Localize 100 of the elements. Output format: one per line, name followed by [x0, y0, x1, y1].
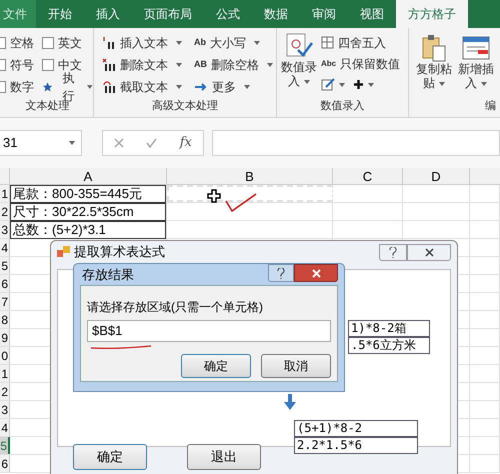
group-label: 数值录入	[320, 98, 366, 114]
table-cell: 尺寸：30*22.5*35cm	[10, 203, 166, 221]
table-cell: .5*6立方米	[348, 337, 430, 354]
app-icon	[57, 246, 70, 258]
row-header[interactable]: 5	[0, 257, 10, 274]
text-case-icon: Ab	[194, 36, 206, 50]
column-header[interactable]: D	[403, 168, 470, 184]
add-menu-button[interactable]	[353, 79, 374, 90]
ribbon-large-button[interactable]: 复制粘贴	[415, 34, 453, 98]
ribbon-menu-button[interactable]: 插入文本	[102, 32, 182, 54]
ribbon-menu-button[interactable]: 截取文本	[102, 76, 182, 98]
column-header[interactable]: C	[333, 168, 403, 184]
row-header[interactable]: 6	[0, 455, 10, 472]
checkbox[interactable]	[42, 37, 54, 49]
caret-icon	[481, 82, 487, 86]
group-label: 高级文本处理	[151, 98, 219, 114]
help-icon	[277, 268, 285, 278]
checkbox-label: 英文	[58, 35, 82, 52]
table-cell: (5+1)*8-2	[294, 420, 418, 437]
ribbon-menu-button[interactable]: Ab 大小写	[194, 32, 273, 54]
row-header[interactable]: 8	[0, 311, 10, 328]
group-label: 文本处理	[24, 100, 70, 114]
checkbox-label: 中文	[58, 57, 82, 72]
text-case-icon: Abc	[321, 58, 336, 70]
ribbon-tab[interactable]: 审阅	[300, 0, 348, 28]
caret-icon	[254, 41, 260, 45]
window-title: 存放结果	[82, 266, 134, 284]
dialog-button[interactable]: 取消	[261, 354, 331, 378]
close-icon	[424, 248, 434, 256]
ribbon-tab[interactable]: 公式	[204, 0, 252, 28]
checkmark-drawing	[225, 193, 257, 213]
caret-icon	[176, 85, 182, 89]
row-header[interactable]: 4	[0, 239, 10, 256]
ribbon-large-button[interactable]: 新增插入	[457, 34, 495, 98]
dialog-button[interactable]: 退出	[187, 444, 261, 470]
caret-icon	[176, 41, 182, 45]
table-cell: 2.2*1.5*6	[294, 437, 418, 454]
cursor-icon	[207, 189, 221, 203]
insert-function-button[interactable]: fx	[180, 133, 192, 153]
row-header[interactable]: 7	[0, 293, 10, 310]
close-button[interactable]	[407, 244, 451, 260]
ribbon-menu-button[interactable]: 删除文本	[102, 54, 182, 76]
name-box[interactable]: 31	[0, 130, 82, 156]
close-icon	[312, 268, 320, 278]
table-cell: 总数：(5+2)*3.1	[10, 221, 166, 239]
ribbon-menu-button[interactable]: Abc 只保留数值	[321, 53, 400, 74]
row-header[interactable]: 1	[0, 365, 10, 382]
caret-icon	[439, 82, 445, 86]
row-header[interactable]: 9	[0, 329, 10, 346]
checkbox-label: 空格	[10, 35, 34, 52]
table-cell: 尾款：800-355=445元	[10, 185, 166, 203]
column-header[interactable]: B	[167, 168, 333, 184]
row-header[interactable]: 5	[0, 437, 10, 454]
checkbox-label: 符号	[10, 57, 34, 74]
pen-icon	[321, 78, 335, 91]
formula-field[interactable]	[212, 130, 500, 156]
underline-mark	[90, 345, 152, 350]
help-button[interactable]	[379, 244, 407, 260]
caret-icon	[244, 85, 250, 89]
caret-icon	[304, 80, 310, 84]
ribbon-menu-button[interactable]: 四舍五入	[321, 32, 400, 53]
number-entry-button[interactable]: 数值录入	[281, 32, 317, 98]
cut-text-icon	[102, 80, 116, 94]
dialog-button[interactable]: 确定	[73, 444, 147, 470]
edit-menu-button[interactable]	[321, 78, 345, 91]
checkbox-label: 数字	[10, 79, 34, 96]
prompt-label: 请选择存放区域(只需一个单元格)	[87, 300, 264, 314]
caret-icon	[87, 85, 93, 89]
caret-icon	[339, 82, 345, 86]
ribbon-tab[interactable]: 方方格子	[396, 0, 468, 28]
insert-text-icon	[102, 36, 116, 50]
cancel-icon[interactable]	[114, 138, 124, 148]
caret-icon	[267, 63, 273, 67]
row-header[interactable]: 4	[0, 419, 10, 436]
ribbon-tab[interactable]: 开始	[36, 0, 84, 28]
range-input[interactable]: $B$1	[87, 320, 331, 342]
help-icon	[389, 246, 397, 258]
ribbon-tab[interactable]: 页面布局	[132, 0, 204, 28]
checkbox[interactable]	[42, 59, 54, 71]
ribbon-tab[interactable]: 插入	[84, 0, 132, 28]
window-title: 提取算术表达式	[74, 243, 165, 262]
column-header[interactable]: A	[10, 168, 167, 184]
help-button[interactable]	[268, 264, 294, 282]
row-header[interactable]: 2	[0, 203, 10, 220]
row-header[interactable]: 6	[0, 275, 10, 292]
row-header[interactable]: 3	[0, 221, 10, 238]
row-header[interactable]: 2	[0, 383, 10, 400]
dialog-button[interactable]: 确定	[181, 354, 251, 378]
plus-icon	[353, 79, 364, 90]
check-icon[interactable]	[146, 138, 158, 148]
row-header[interactable]: 0	[0, 347, 10, 364]
caret-icon	[368, 82, 374, 86]
row-header[interactable]: 1	[0, 185, 10, 202]
table-cell: 1)*8-2箱	[348, 320, 430, 337]
ribbon-menu-button[interactable]: AB 删除空格	[194, 54, 273, 76]
row-header[interactable]: 3	[0, 401, 10, 418]
ribbon-tab[interactable]: 数据	[252, 0, 300, 28]
ribbon-menu-button[interactable]: 更多	[194, 76, 273, 98]
close-button[interactable]	[294, 264, 338, 282]
ribbon-tab[interactable]: 视图	[348, 0, 396, 28]
